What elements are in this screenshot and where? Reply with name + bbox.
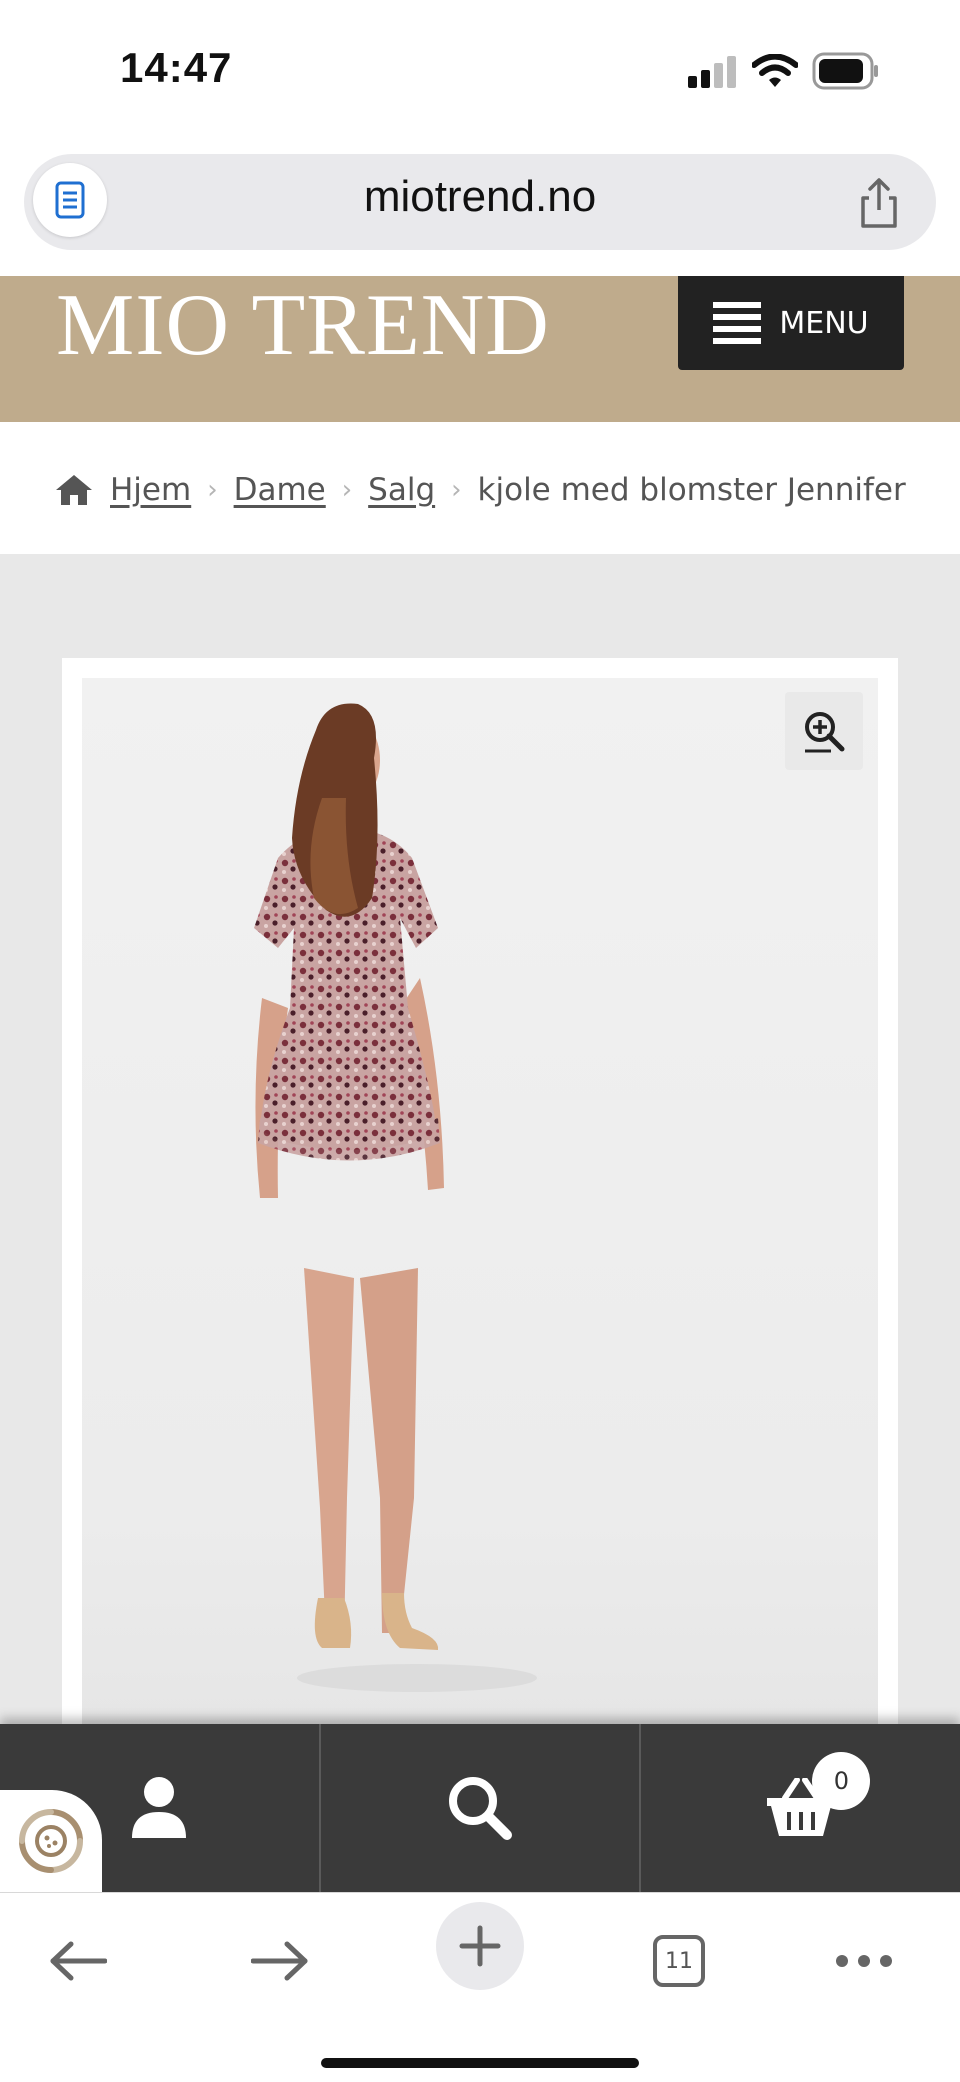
zoom-button[interactable] bbox=[785, 692, 863, 770]
status-time: 14:47 bbox=[120, 44, 233, 91]
site-footer-bar: 0 bbox=[0, 1724, 960, 1892]
breadcrumb-current: kjole med blomster Jennifer bbox=[477, 472, 906, 508]
back-arrow-icon bbox=[50, 1941, 107, 1981]
forward-arrow-icon bbox=[251, 1941, 308, 1981]
url-text[interactable]: miotrend.no bbox=[0, 172, 960, 222]
back-button[interactable] bbox=[44, 1918, 112, 2004]
signal-bars-icon bbox=[688, 56, 736, 88]
tabs-icon: 11 bbox=[653, 1935, 705, 1987]
tabs-button[interactable]: 11 bbox=[648, 1918, 710, 2004]
hamburger-icon bbox=[713, 302, 762, 344]
cart-count-badge: 0 bbox=[812, 1752, 871, 1810]
forward-button[interactable] bbox=[246, 1918, 314, 2004]
home-indicator bbox=[321, 2058, 639, 2068]
breadcrumb: Hjem › Dame › Salg › kjole med blomster … bbox=[54, 462, 906, 518]
menu-label: MENU bbox=[779, 305, 869, 341]
new-tab-button[interactable] bbox=[436, 1902, 524, 1990]
more-dots-icon bbox=[836, 1955, 892, 1967]
cart-button[interactable]: 0 bbox=[639, 1724, 960, 1892]
wifi-icon bbox=[752, 54, 798, 87]
search-icon bbox=[449, 1777, 512, 1840]
plus-icon bbox=[459, 1925, 501, 1967]
chevron-right-icon: › bbox=[451, 475, 462, 505]
tabs-count: 11 bbox=[665, 1948, 693, 1974]
breadcrumb-home-link[interactable]: Hjem bbox=[110, 472, 191, 508]
more-button[interactable] bbox=[832, 1918, 896, 2004]
battery-icon bbox=[812, 52, 878, 90]
cookie-icon bbox=[19, 1809, 83, 1873]
breadcrumb-salg-link[interactable]: Salg bbox=[368, 472, 435, 508]
cookie-settings-button[interactable] bbox=[0, 1790, 102, 1892]
menu-button[interactable]: MENU bbox=[678, 276, 904, 370]
product-image[interactable] bbox=[82, 678, 878, 1724]
chevron-right-icon: › bbox=[207, 475, 218, 505]
search-button[interactable] bbox=[318, 1724, 640, 1892]
home-icon[interactable] bbox=[54, 473, 94, 507]
user-icon bbox=[132, 1777, 187, 1838]
zoom-in-icon bbox=[805, 712, 845, 753]
share-icon bbox=[861, 178, 897, 228]
breadcrumb-dame-link[interactable]: Dame bbox=[234, 472, 326, 508]
share-button[interactable] bbox=[852, 176, 906, 230]
model-photo bbox=[254, 703, 537, 1692]
site-logo[interactable]: MIO TREND bbox=[56, 276, 550, 376]
chevron-right-icon: › bbox=[341, 475, 353, 505]
